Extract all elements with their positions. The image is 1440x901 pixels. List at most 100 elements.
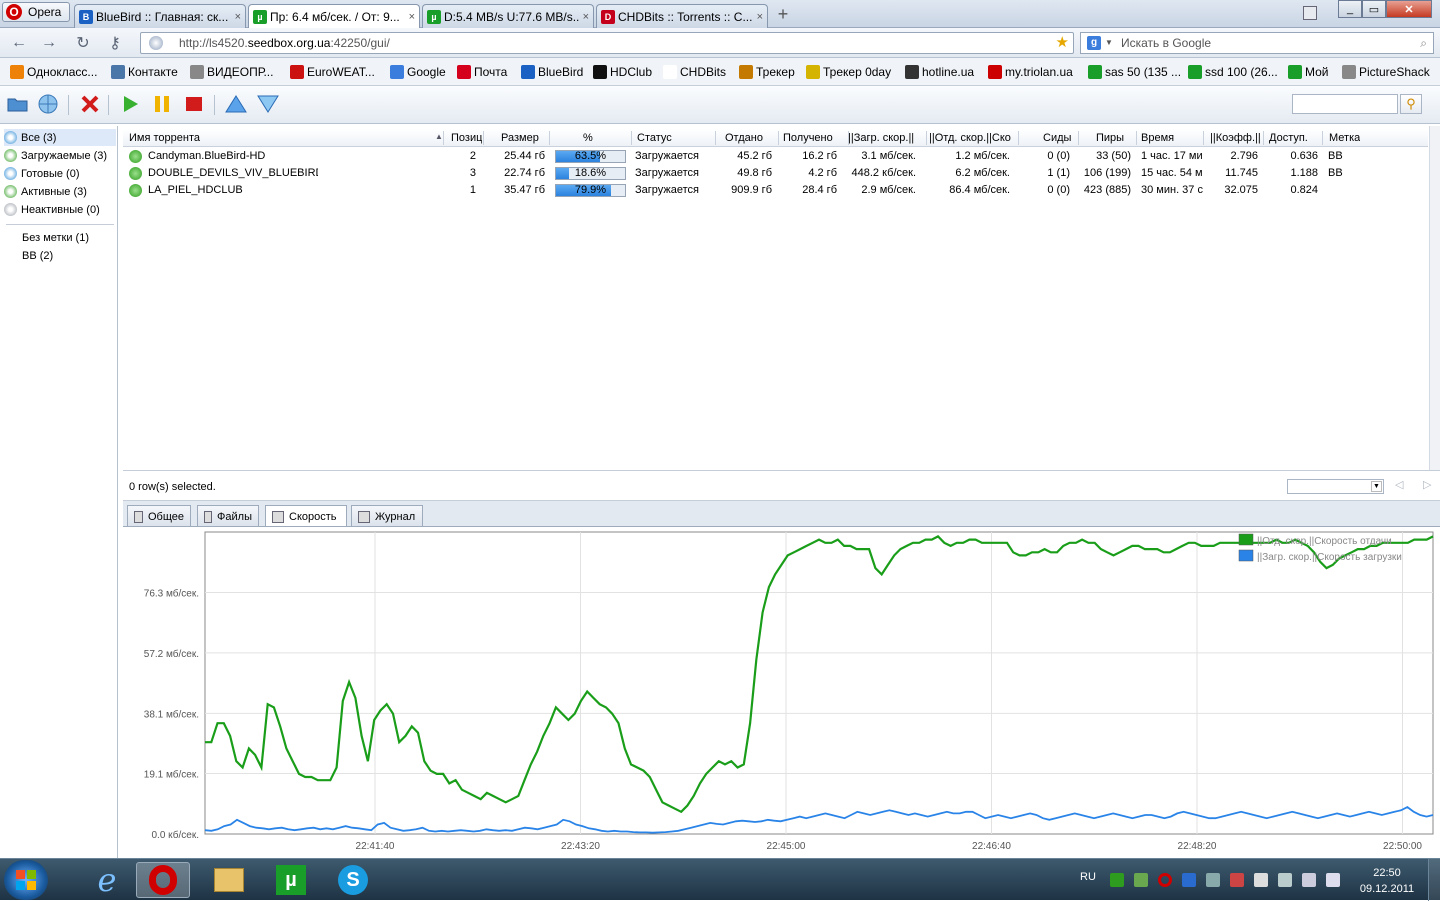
sidebar-category[interactable]: Неактивные (0) bbox=[4, 201, 116, 218]
column-header[interactable]: Отдано bbox=[725, 132, 763, 144]
bookmark-item[interactable]: sas 50 (135 ... bbox=[1088, 65, 1181, 79]
sidebar-category[interactable]: Активные (3) bbox=[4, 183, 116, 200]
bookmark-item[interactable]: Мой bbox=[1288, 65, 1329, 79]
tray-network-icon[interactable] bbox=[1278, 873, 1292, 887]
tray-icon-5[interactable] bbox=[1206, 873, 1220, 887]
bookmark-item[interactable]: HDClub bbox=[593, 65, 652, 79]
sidebar-category[interactable]: Все (3) bbox=[4, 129, 116, 146]
dropdown-arrow-icon[interactable]: ▼ bbox=[1105, 33, 1113, 53]
stop-icon[interactable] bbox=[182, 93, 206, 115]
torrent-search-input[interactable] bbox=[1292, 94, 1398, 114]
bookmark-item[interactable]: Трекер bbox=[739, 65, 795, 79]
language-indicator[interactable]: RU bbox=[1080, 871, 1096, 883]
add-url-globe-icon[interactable] bbox=[36, 93, 60, 115]
minimize-button[interactable]: _ bbox=[1338, 0, 1362, 18]
bookmark-item[interactable]: ВИДЕОПР... bbox=[190, 65, 273, 79]
sidebar-category[interactable]: Готовые (0) bbox=[4, 165, 116, 182]
table-row[interactable]: Candyman.BlueBird-HD 2 25.44 гб Загружается… bbox=[123, 148, 1428, 165]
back-arrow-icon[interactable]: ← bbox=[8, 33, 30, 53]
column-header[interactable]: ||Коэфф.|| bbox=[1210, 132, 1261, 144]
close-tab-icon[interactable]: × bbox=[235, 11, 241, 23]
column-header[interactable]: Пиры bbox=[1096, 132, 1124, 144]
close-tab-icon[interactable]: × bbox=[757, 11, 763, 23]
detail-tab[interactable]: Общее bbox=[127, 505, 191, 527]
new-tab-button[interactable]: + bbox=[774, 5, 792, 23]
tray-icon-2[interactable] bbox=[1134, 873, 1148, 887]
bookmark-item[interactable]: Трекер 0day bbox=[806, 65, 891, 79]
sidebar-category[interactable]: Загружаемые (3) bbox=[4, 147, 116, 164]
opera-menu-button[interactable]: O Opera bbox=[2, 2, 70, 22]
tray-icon-7[interactable] bbox=[1254, 873, 1268, 887]
browser-tab[interactable]: D CHDBits :: Torrents :: C... × bbox=[596, 4, 768, 28]
column-header[interactable]: % bbox=[583, 132, 593, 144]
remove-x-icon[interactable] bbox=[78, 93, 102, 115]
clock[interactable]: 22:50 09.12.2011 bbox=[1352, 865, 1422, 897]
taskbar-skype-icon[interactable]: S bbox=[326, 862, 380, 898]
column-header[interactable]: ||Загр. скор.|| bbox=[848, 132, 914, 144]
prev-page-icon[interactable]: ◁ bbox=[1395, 478, 1403, 491]
move-down-icon[interactable] bbox=[256, 93, 280, 115]
bookmark-item[interactable]: EuroWEAT... bbox=[290, 65, 375, 79]
column-header[interactable]: Доступ. bbox=[1269, 132, 1308, 144]
reload-icon[interactable]: ↻ bbox=[72, 33, 94, 53]
forward-arrow-icon[interactable]: → bbox=[38, 33, 60, 53]
search-icon[interactable]: ⌕ bbox=[1420, 33, 1427, 53]
column-header[interactable]: ||Отд. скор.||Ско bbox=[929, 132, 1011, 144]
tray-icon-9[interactable] bbox=[1302, 873, 1316, 887]
page-select[interactable]: ▼ bbox=[1287, 479, 1384, 494]
tray-icon-6[interactable] bbox=[1230, 873, 1244, 887]
close-tab-icon[interactable]: × bbox=[409, 11, 415, 23]
move-up-icon[interactable] bbox=[224, 93, 248, 115]
browser-tab[interactable]: B BlueBird :: Главная: ск... × bbox=[74, 4, 246, 28]
maximize-button[interactable]: ▭ bbox=[1362, 0, 1386, 18]
tray-icon-1[interactable] bbox=[1110, 873, 1124, 887]
detail-tab[interactable]: Скорость bbox=[265, 505, 347, 528]
taskbar-ie-icon[interactable]: e bbox=[80, 861, 134, 899]
column-header[interactable]: Статус bbox=[637, 132, 672, 144]
taskbar-utorrent-icon[interactable]: µ bbox=[264, 862, 318, 898]
column-header[interactable]: Время bbox=[1141, 132, 1174, 144]
bookmark-item[interactable]: Почта bbox=[457, 65, 507, 79]
table-row[interactable]: DOUBLE_DEVILS_VIV_BLUEBIRD 3 22.74 гб Загру… bbox=[123, 165, 1428, 182]
browser-tab[interactable]: µ D:5.4 MB/s U:77.6 MB/s... × bbox=[422, 4, 594, 28]
column-header[interactable]: Метка bbox=[1329, 132, 1360, 144]
table-row[interactable]: LA_PIEL_HDCLUB 1 35.47 гб Загружается 909.9 … bbox=[123, 182, 1428, 199]
close-tab-icon[interactable]: × bbox=[583, 11, 589, 23]
closed-tabs-trash-icon[interactable] bbox=[1303, 6, 1317, 20]
search-field[interactable]: g ▼ Искать в Google ⌕ bbox=[1080, 32, 1434, 54]
close-window-button[interactable]: ✕ bbox=[1386, 0, 1432, 18]
bookmark-item[interactable]: CHDBits bbox=[663, 65, 726, 79]
start-button[interactable] bbox=[4, 860, 48, 900]
pause-icon[interactable] bbox=[150, 93, 174, 115]
detail-tab[interactable]: Файлы bbox=[197, 505, 259, 527]
taskbar-opera-icon[interactable] bbox=[136, 862, 190, 898]
tray-bluetooth-icon[interactable] bbox=[1182, 873, 1196, 887]
next-page-icon[interactable]: ▷ bbox=[1423, 478, 1431, 491]
column-header[interactable]: Получено bbox=[783, 132, 833, 144]
column-header[interactable]: Сиды bbox=[1043, 132, 1071, 144]
table-scrollbar[interactable] bbox=[1429, 126, 1440, 470]
key-icon[interactable]: ⚷ bbox=[104, 33, 126, 53]
bookmark-item[interactable]: PictureShack bbox=[1342, 65, 1430, 79]
bookmark-item[interactable]: my.triolan.ua bbox=[988, 65, 1073, 79]
show-desktop-button[interactable] bbox=[1428, 859, 1440, 901]
open-folder-icon[interactable] bbox=[6, 93, 30, 115]
bookmark-item[interactable]: Google bbox=[390, 65, 446, 79]
tray-opera-icon[interactable] bbox=[1158, 873, 1172, 887]
sidebar-label-item[interactable]: Без метки (1) bbox=[22, 232, 89, 244]
address-field[interactable]: http://ls4520.seedbox.org.ua:42250/gui/ … bbox=[140, 32, 1074, 54]
taskbar-explorer-icon[interactable] bbox=[202, 862, 256, 898]
bookmark-item[interactable]: ssd 100 (26... bbox=[1188, 65, 1278, 79]
sidebar-label-item[interactable]: BB (2) bbox=[22, 250, 53, 262]
bookmark-item[interactable]: hotline.ua bbox=[905, 65, 974, 79]
column-header[interactable]: Имя торрента bbox=[129, 132, 200, 144]
browser-tab[interactable]: µ Пр: 6.4 мб/сек. / От: 9... × bbox=[248, 4, 420, 28]
column-header[interactable]: Позиц bbox=[451, 132, 482, 144]
magnifier-icon[interactable]: ⚲ bbox=[1400, 94, 1422, 114]
tray-volume-icon[interactable] bbox=[1326, 873, 1340, 887]
bookmark-item[interactable]: Однокласс... bbox=[10, 65, 97, 79]
start-play-icon[interactable] bbox=[118, 93, 142, 115]
bookmark-star-icon[interactable]: ★ bbox=[1056, 33, 1069, 53]
column-header[interactable]: Размер bbox=[501, 132, 539, 144]
bookmark-item[interactable]: BlueBird bbox=[521, 65, 583, 79]
